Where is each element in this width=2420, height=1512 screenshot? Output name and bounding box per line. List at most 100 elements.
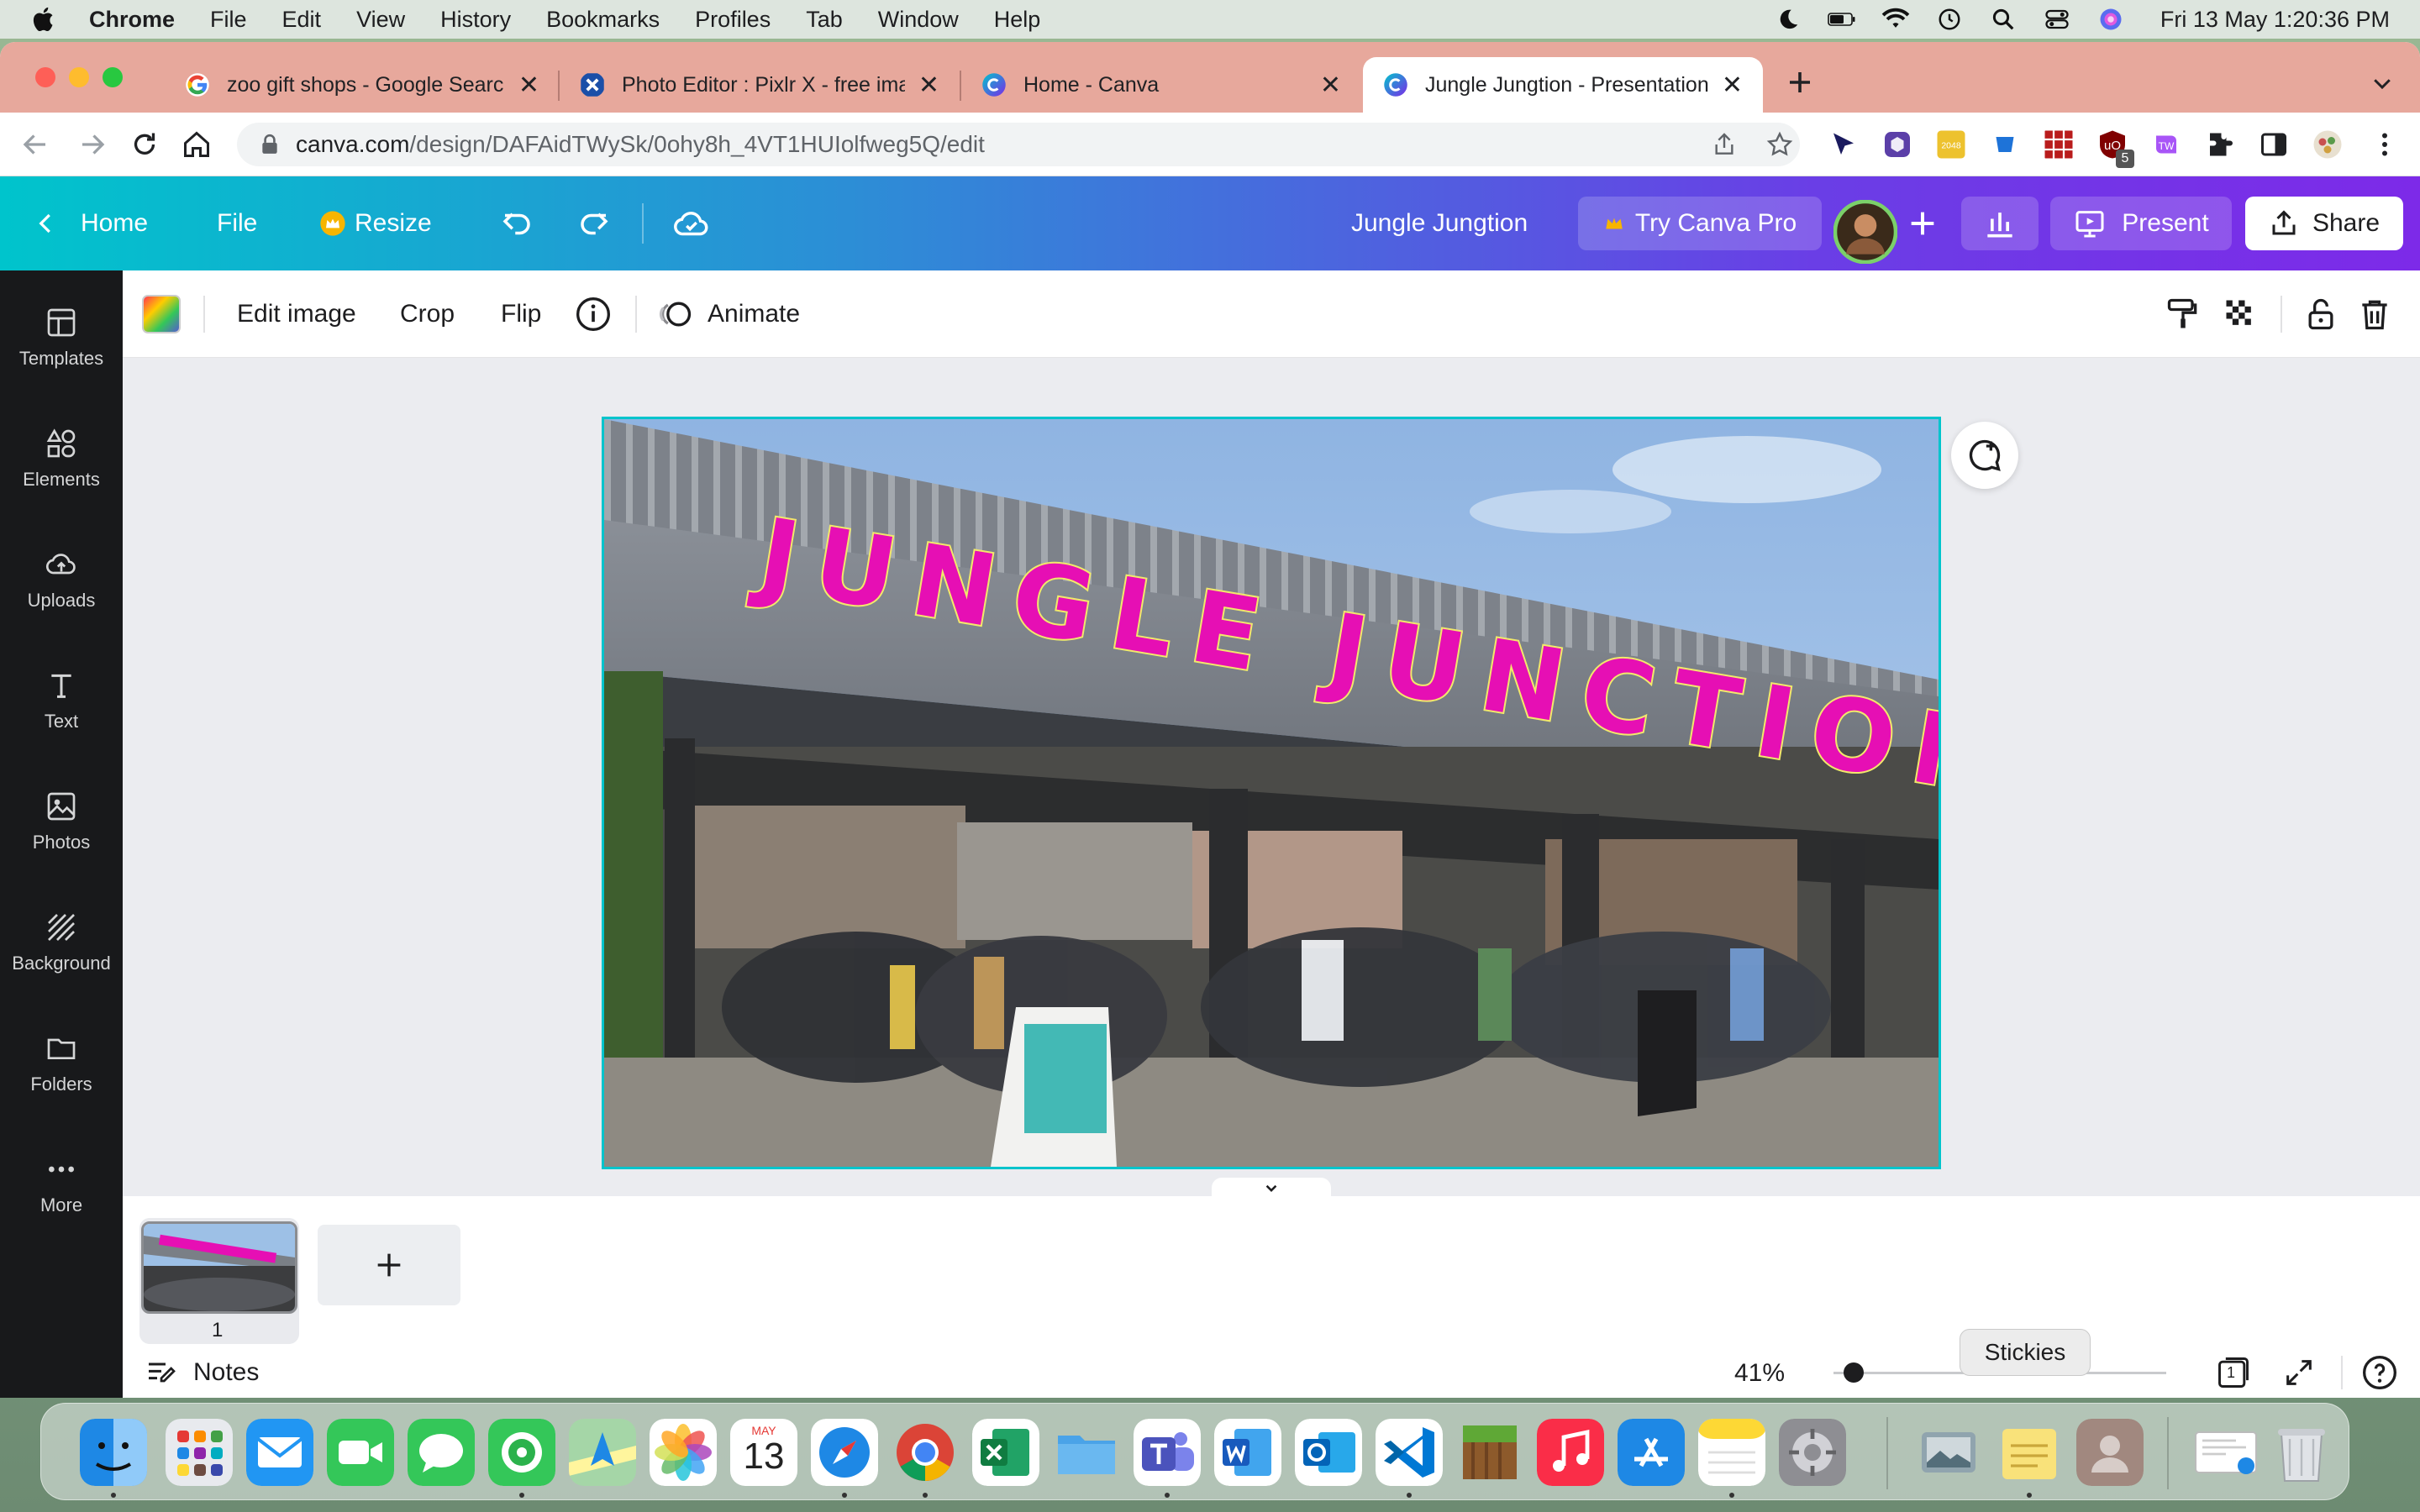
stickies-icon[interactable]	[1996, 1419, 2063, 1486]
find-my-icon[interactable]	[488, 1419, 555, 1486]
safari-icon[interactable]	[811, 1419, 878, 1486]
moon-icon[interactable]	[1774, 7, 1802, 32]
tab-pixlr[interactable]: Photo Editor : Pixlr X - free ima ✕	[560, 57, 960, 113]
sidebar-item-folders[interactable]: Folders	[0, 1032, 123, 1095]
window-zoom-button[interactable]	[103, 67, 123, 87]
finder-icon[interactable]	[80, 1419, 147, 1486]
trash-icon[interactable]	[2356, 296, 2393, 333]
apple-logo-icon[interactable]	[30, 5, 59, 34]
home-icon[interactable]	[182, 129, 212, 160]
add-comment-button[interactable]	[1951, 422, 2018, 489]
preview-icon[interactable]	[1915, 1419, 1982, 1486]
app-store-icon[interactable]	[1618, 1419, 1685, 1486]
cursor-extension-icon[interactable]	[1828, 129, 1859, 160]
profile-avatar-icon[interactable]	[2312, 129, 2343, 160]
add-collaborator-icon[interactable]	[1906, 207, 1939, 240]
lock-icon[interactable]	[260, 134, 279, 155]
tab-zoo-gift-shops[interactable]: zoo gift shops - Google Search ✕	[165, 57, 560, 113]
maps-icon[interactable]	[569, 1419, 636, 1486]
photos-app-icon[interactable]	[650, 1419, 717, 1486]
menu-view[interactable]: View	[356, 7, 405, 33]
spotlight-search-icon[interactable]	[1989, 7, 2018, 32]
new-tab-icon[interactable]	[1785, 67, 1815, 97]
share-button[interactable]: Share	[2245, 197, 2403, 250]
battery-icon[interactable]	[1828, 7, 1856, 32]
menu-tab[interactable]: Tab	[806, 7, 843, 33]
chrome-icon[interactable]	[892, 1419, 959, 1486]
notes-app-icon[interactable]	[1698, 1419, 1765, 1486]
insights-button[interactable]	[1961, 197, 2039, 250]
sidebar-item-templates[interactable]: Templates	[0, 306, 123, 370]
bookmark-star-icon[interactable]	[1766, 131, 1793, 158]
tab-close-icon[interactable]: ✕	[518, 71, 539, 100]
notes-button[interactable]: Notes	[145, 1347, 259, 1398]
side-panel-icon[interactable]	[2259, 129, 2289, 160]
folder-icon[interactable]	[1053, 1419, 1120, 1486]
zoom-percentage[interactable]: 41%	[1734, 1359, 1785, 1388]
calendar-icon[interactable]: MAY 13	[730, 1419, 797, 1486]
outlook-icon[interactable]	[1295, 1419, 1362, 1486]
unlock-icon[interactable]	[2302, 296, 2339, 333]
minimized-window-icon[interactable]	[2192, 1419, 2260, 1486]
pattern-extension-icon[interactable]	[2044, 129, 2074, 160]
reload-icon[interactable]	[129, 129, 160, 160]
share-page-icon[interactable]	[1711, 131, 1738, 158]
cube-extension-icon[interactable]	[1882, 129, 1912, 160]
design-title[interactable]: Jungle Jungtion	[1351, 176, 1528, 270]
menu-app-name[interactable]: Chrome	[89, 7, 175, 33]
resize-button[interactable]: Resize	[319, 176, 432, 270]
sidebar-item-uploads[interactable]: Uploads	[0, 548, 123, 612]
puzzle-extensions-icon[interactable]	[2205, 129, 2235, 160]
excel-icon[interactable]	[972, 1419, 1039, 1486]
sidebar-item-photos[interactable]: Photos	[0, 790, 123, 853]
2048-extension-icon[interactable]: 2048	[1936, 129, 1966, 160]
design-canvas-image[interactable]: JUNGLE JUNCTION	[602, 417, 1941, 1169]
sidebar-item-text[interactable]: Text	[0, 669, 123, 732]
tab-close-icon[interactable]: ✕	[1320, 71, 1341, 100]
paint-roller-icon[interactable]	[2165, 296, 2202, 333]
page-count-button[interactable]: 1	[2215, 1354, 2252, 1391]
color-picker-button[interactable]	[141, 270, 182, 358]
mail-icon[interactable]	[246, 1419, 313, 1486]
menu-profiles[interactable]: Profiles	[695, 7, 771, 33]
launchpad-icon[interactable]	[166, 1419, 233, 1486]
forward-arrow-icon[interactable]	[77, 129, 108, 160]
teams-icon[interactable]	[1134, 1419, 1201, 1486]
add-page-button[interactable]	[318, 1225, 460, 1305]
messages-icon[interactable]	[408, 1419, 475, 1486]
minecraft-icon[interactable]	[1456, 1419, 1523, 1486]
menu-bookmarks[interactable]: Bookmarks	[546, 7, 660, 33]
menu-edit[interactable]: Edit	[282, 7, 322, 33]
redo-icon[interactable]	[576, 207, 612, 242]
info-button[interactable]	[575, 270, 612, 358]
menu-help[interactable]: Help	[994, 7, 1041, 33]
facetime-icon[interactable]	[327, 1419, 394, 1486]
cloud-saved-icon[interactable]	[672, 205, 711, 244]
fullscreen-icon[interactable]	[2282, 1356, 2316, 1389]
tab-close-icon[interactable]: ✕	[918, 71, 939, 100]
undo-icon[interactable]	[499, 207, 534, 242]
sidebar-item-more[interactable]: More	[0, 1152, 123, 1216]
trash-can-icon[interactable]	[2268, 1419, 2335, 1486]
file-menu-button[interactable]: File	[217, 176, 257, 270]
system-settings-icon[interactable]	[1779, 1419, 1846, 1486]
sidebar-item-background[interactable]: Background	[0, 911, 123, 974]
zoom-slider-knob[interactable]	[1843, 1362, 1864, 1383]
tracker-extension-icon[interactable]	[1990, 129, 2020, 160]
crop-button[interactable]: Crop	[400, 270, 455, 358]
transparency-icon[interactable]	[2222, 296, 2259, 333]
tab-home-canva[interactable]: Home - Canva ✕	[961, 57, 1361, 113]
page-thumbnail[interactable]	[141, 1221, 297, 1314]
edit-image-button[interactable]: Edit image	[237, 270, 356, 358]
window-minimize-button[interactable]	[69, 67, 89, 87]
wifi-icon[interactable]	[1881, 7, 1910, 32]
animate-button[interactable]: Animate	[657, 270, 800, 358]
menu-window[interactable]: Window	[878, 7, 959, 33]
menu-clock[interactable]: Fri 13 May 1:20:36 PM	[2160, 7, 2390, 33]
user-avatar[interactable]	[1833, 200, 1897, 264]
menu-history[interactable]: History	[440, 7, 511, 33]
tab-close-icon[interactable]: ✕	[1722, 71, 1743, 100]
tab-jungle-jungtion[interactable]: Jungle Jungtion - Presentation ✕	[1363, 57, 1763, 113]
control-center-icon[interactable]	[2043, 7, 2071, 32]
flip-button[interactable]: Flip	[501, 270, 541, 358]
